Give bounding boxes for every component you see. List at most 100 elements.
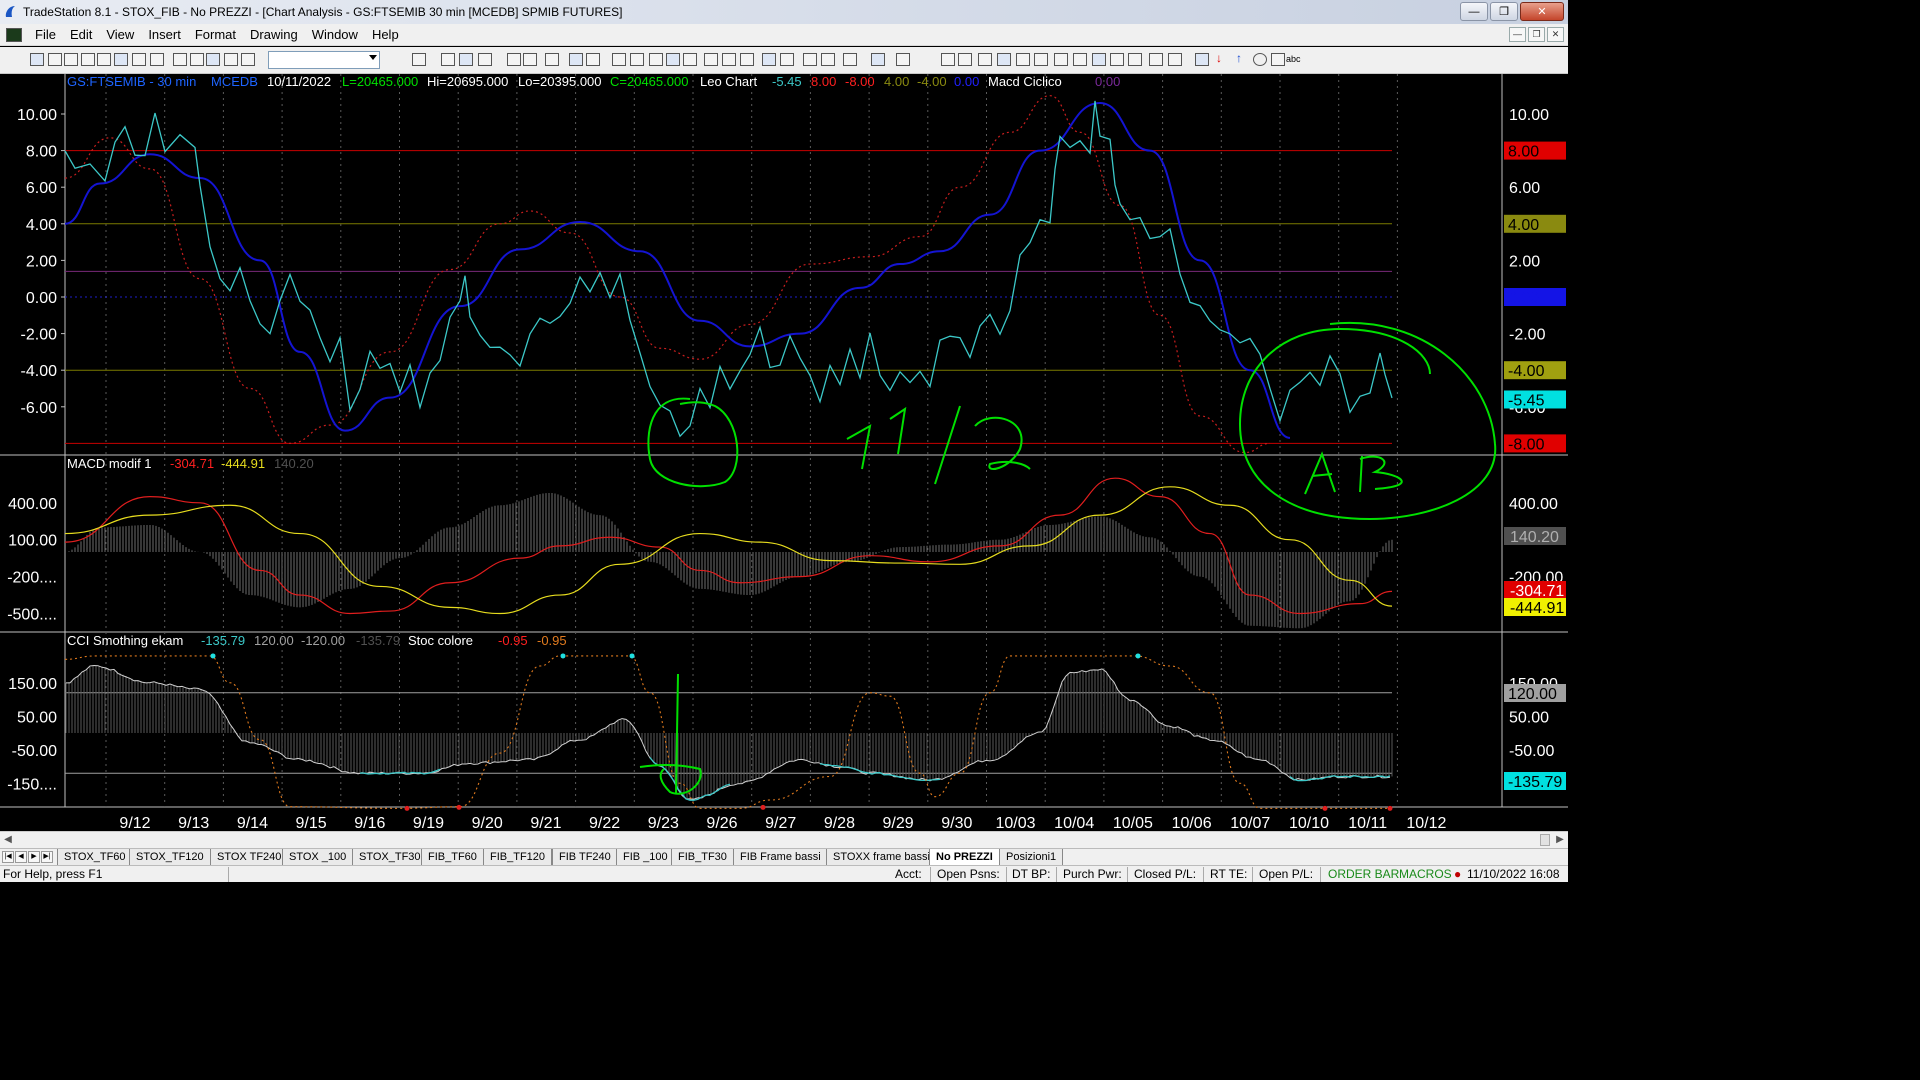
toolbar-tool-icon[interactable] [241,53,255,66]
toolbar-tool-icon[interactable] [1128,53,1142,66]
menu-format[interactable]: Format [188,24,243,46]
toolbar-tool-icon[interactable] [780,53,794,66]
toolbar-tool-icon[interactable] [1168,53,1182,66]
toolbar-tool-icon[interactable] [1034,53,1048,66]
toolbar-tool-icon[interactable] [586,53,600,66]
toolbar-tool-icon[interactable] [941,53,955,66]
menu-insert[interactable]: Insert [141,24,188,46]
toolbar-tool-icon[interactable] [630,53,644,66]
toolbar-tool-icon[interactable] [683,53,697,66]
mdi-close-button[interactable]: ✕ [1547,27,1564,42]
toolbar-tool-icon[interactable] [649,53,663,66]
toolbar-tool-icon[interactable] [740,53,754,66]
toolbar-tool-icon[interactable] [1110,53,1124,66]
workspace-tab[interactable]: STOX_TF120 [129,849,211,865]
menu-drawing[interactable]: Drawing [243,24,305,46]
workspace-tab[interactable]: FIB Frame bassi [733,849,828,865]
workspace-tab[interactable]: FIB_TF30 [671,849,734,865]
toolbar-tool-icon[interactable] [871,53,885,66]
toolbar-tool-icon[interactable] [1149,53,1163,66]
toolbar-tool-icon[interactable] [545,53,559,66]
workspace-tab[interactable]: No PREZZI [929,849,1000,865]
toolbar-tool-icon[interactable] [132,53,146,66]
macd-axis-label: -200.... [7,570,57,587]
scroll-right-icon[interactable]: ▶ [1554,834,1566,846]
toolbar-tool-icon[interactable] [704,53,718,66]
toolbar-tool-icon[interactable] [173,53,187,66]
menu-file[interactable]: File [28,24,63,46]
workspace-tab[interactable]: Posizioni1 [999,849,1064,865]
toolbar-tool-icon[interactable] [441,53,455,66]
text-tool-button[interactable]: abc [1286,54,1301,64]
toolbar-tool-icon[interactable] [150,53,164,66]
workspace-tab[interactable]: STOX_TF30 [352,849,428,865]
toolbar-tool-icon[interactable] [978,53,992,66]
scrollbar-thumb[interactable] [1540,834,1550,846]
tab-last-icon[interactable]: ▶| [41,851,53,863]
toolbar-tool-icon[interactable] [821,53,835,66]
horizontal-scrollbar[interactable]: ◀ ▶ [0,831,1568,848]
toolbar-tool-icon[interactable] [412,53,426,66]
toolbar-tool-icon[interactable] [48,53,62,66]
cci-right-axis-label: -50.00 [1509,743,1554,760]
scroll-left-icon[interactable]: ◀ [2,834,14,846]
maximize-button[interactable]: ❐ [1490,2,1518,21]
toolbar-tool-icon[interactable] [114,53,128,66]
symbol-combo[interactable] [268,51,380,69]
toolbar-tool-icon[interactable] [81,53,95,66]
workspace-tab[interactable]: FIB _100 [616,849,675,865]
toolbar-tool-icon[interactable] [1195,53,1209,66]
toolbar-tool-icon[interactable] [523,53,537,66]
toolbar-tool-icon[interactable] [206,53,220,66]
toolbar-tool-icon[interactable] [97,53,111,66]
chart-window-icon[interactable] [6,27,22,42]
close-button[interactable]: ✕ [1520,2,1564,21]
toolbar-tool-icon[interactable] [1016,53,1030,66]
tab-prev-icon[interactable]: ◀ [15,851,27,863]
toolbar-tool-icon[interactable] [190,53,204,66]
toolbar-tool-icon[interactable] [1271,53,1285,66]
chart-canvas[interactable]: GS:FTSEMIB - 30 min MCEDB 10/11/2022 L=2… [0,74,1568,831]
workspace-tab[interactable]: STOX TF240 [210,849,289,865]
workspace-tab[interactable]: FIB_TF60 [421,849,484,865]
minimize-button[interactable]: — [1460,2,1488,21]
order-bar-button[interactable]: ORDER BAR [1328,867,1399,882]
toolbar-tool-icon[interactable] [459,53,473,66]
toolbar-tool-icon[interactable] [722,53,736,66]
mdi-minimize-button[interactable]: — [1509,27,1526,42]
toolbar-tool-icon[interactable] [958,53,972,66]
toolbar-tool-icon[interactable] [612,53,626,66]
workspace-tab[interactable]: FIB TF240 [552,849,618,865]
toolbar-tool-icon[interactable] [569,53,583,66]
toolbar-tool-icon[interactable] [478,53,492,66]
menu-edit[interactable]: Edit [63,24,99,46]
toolbar-tool-icon[interactable] [224,53,238,66]
workspace-tab[interactable]: STOX_TF60 [57,849,133,865]
toolbar-tool-icon[interactable] [1073,53,1087,66]
toolbar-tool-icon[interactable] [803,53,817,66]
toolbar-tool-icon[interactable] [896,53,910,66]
chart-analysis-window[interactable]: GS:FTSEMIB - 30 min MCEDB 10/11/2022 L=2… [0,74,1568,831]
toolbar-tool-icon[interactable]: ↑ [1236,51,1250,65]
macros-button[interactable]: MACROS [1399,867,1452,882]
menu-view[interactable]: View [99,24,141,46]
toolbar-tool-icon[interactable] [1253,53,1267,66]
workspace-tab[interactable]: FIB_TF120 [483,849,553,865]
toolbar-tool-icon[interactable] [30,53,44,66]
menu-help[interactable]: Help [365,24,406,46]
toolbar-tool-icon[interactable] [1092,53,1106,66]
toolbar-tool-icon[interactable] [843,53,857,66]
toolbar-tool-icon[interactable] [666,53,680,66]
toolbar-tool-icon[interactable] [64,53,78,66]
tab-first-icon[interactable]: |◀ [2,851,14,863]
toolbar-tool-icon[interactable] [1054,53,1068,66]
toolbar-tool-icon[interactable] [762,53,776,66]
mdi-restore-button[interactable]: ❐ [1528,27,1545,42]
toolbar-tool-icon[interactable] [997,53,1011,66]
workspace-tab[interactable]: STOX _100 [282,849,354,865]
menu-window[interactable]: Window [305,24,365,46]
tab-next-icon[interactable]: ▶ [28,851,40,863]
workspace-tab[interactable]: STOXX frame bassi [826,849,937,865]
toolbar-tool-icon[interactable]: ↓ [1216,51,1230,65]
toolbar-tool-icon[interactable] [507,53,521,66]
